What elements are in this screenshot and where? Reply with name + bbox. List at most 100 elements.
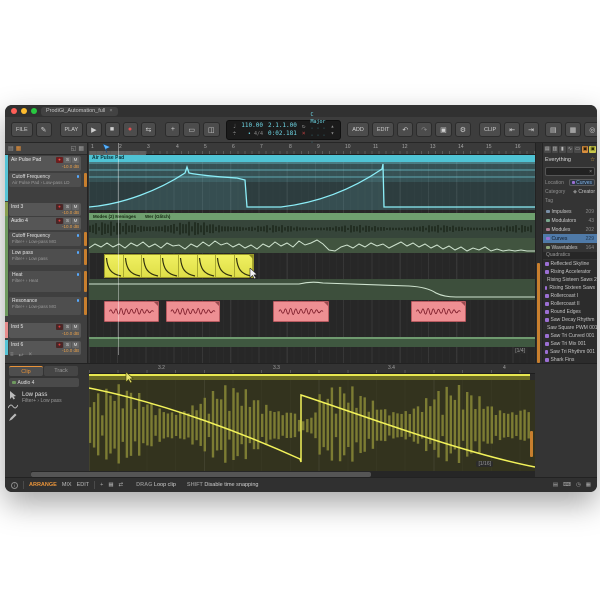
editor-body[interactable]: [1/16] — [89, 380, 535, 471]
editor-zoom-badge[interactable]: [1/16] — [476, 461, 493, 467]
mode-mix[interactable]: MIX — [62, 482, 72, 488]
track-name[interactable]: Inst 5 — [11, 324, 56, 331]
list-item[interactable]: Saw Tri Mix 001 — [543, 340, 597, 348]
project-tab[interactable]: ProdiGi_Automation_full × — [41, 107, 118, 116]
low-pass-automation-curve[interactable] — [89, 380, 535, 471]
info-icon[interactable]: i — [11, 482, 18, 489]
automation-lane-header-resonance[interactable]: Resonance Filter+ › Low-pass MG — [9, 297, 81, 315]
category-modulators[interactable]: Modulators 43 — [543, 216, 597, 225]
tab-track[interactable]: Track — [44, 366, 78, 376]
browser-presets-icon[interactable]: ▣ — [589, 146, 596, 153]
keyboard-icon[interactable]: ⌨ — [563, 482, 571, 488]
layout-icon[interactable]: ▤ — [553, 482, 558, 488]
pencil-tool-icon[interactable]: ✎ — [36, 122, 52, 137]
lane-value-slider[interactable] — [84, 271, 87, 292]
track-level[interactable]: -10.0 dB — [56, 331, 79, 338]
play-time[interactable]: 0:02.181 — [268, 130, 297, 138]
pink-automation-clip[interactable] — [104, 301, 159, 322]
track-name[interactable]: Audio 4 — [11, 218, 56, 224]
browser-list-icon[interactable]: ▤ — [544, 146, 551, 153]
list-item[interactable]: Rising Sixteen Saws 2 — [543, 276, 597, 284]
vscroll-thumb[interactable] — [537, 263, 540, 363]
list-item[interactable]: Round Edges — [543, 308, 597, 316]
record-icon[interactable]: ● — [123, 122, 138, 137]
automation-lane-header-heat[interactable]: Heat Filter+ › Heat — [9, 271, 81, 292]
tempo-value[interactable]: 110.00 — [241, 122, 263, 130]
filter-tag[interactable]: Tag — [545, 196, 595, 205]
creator-filter[interactable]: Creator — [578, 189, 595, 195]
clip-label[interactable]: Wer (Glitch) — [145, 213, 170, 220]
location-chip[interactable]: Curves — [569, 179, 595, 186]
list-item[interactable]: Saw Tri Rhythm 001 — [543, 348, 597, 356]
browser-column-icon[interactable]: ▮ — [559, 146, 566, 153]
automation-active-dot[interactable] — [77, 175, 80, 178]
panel-bottom-toggle-icon[interactable]: ▭ — [183, 122, 200, 137]
cutoff-automation-region[interactable] — [89, 162, 535, 210]
spinner-up-icon[interactable]: ▴ — [331, 123, 335, 130]
tab-clip[interactable]: Clip — [9, 366, 43, 376]
browser-samples-icon[interactable]: ▣ — [582, 146, 589, 153]
play-icon[interactable]: ▶ — [86, 122, 101, 137]
punch-icon[interactable]: × — [302, 130, 306, 137]
track-name[interactable]: Air Pulse Pad — [11, 157, 56, 164]
pencil-tool-icon[interactable] — [9, 413, 17, 421]
stop-icon[interactable]: ■ — [105, 122, 120, 137]
pointer-tool-icon[interactable] — [9, 391, 17, 400]
mute-button[interactable]: M — [72, 157, 79, 163]
copy-icon[interactable]: ▣ — [435, 122, 452, 137]
automation-active-dot[interactable] — [77, 299, 80, 302]
undo-icon[interactable]: ↶ — [397, 122, 413, 137]
track-name[interactable]: Inst 3 — [11, 204, 56, 210]
editor-value-slider[interactable] — [530, 431, 533, 457]
track-level[interactable]: -10.0 dB — [56, 164, 79, 171]
spinner-down-icon[interactable]: ▾ — [331, 130, 335, 137]
lane-value-slider[interactable] — [84, 297, 87, 315]
audio-waveform-region[interactable] — [89, 220, 535, 238]
track-level[interactable]: -10.0 dB — [56, 224, 79, 230]
swap-icon[interactable]: ⇄ — [119, 482, 124, 488]
pink-automation-clip[interactable] — [411, 301, 466, 322]
settings-gear-icon[interactable]: ⚙ — [455, 122, 471, 137]
list-item[interactable]: Rising Accelerator — [543, 268, 597, 276]
browser-panel-icon[interactable]: ▭ — [574, 146, 581, 153]
grid-view-icon[interactable]: ▦ — [78, 145, 84, 152]
editor-ruler[interactable]: 3.2 3.3 3.4 4 — [89, 364, 535, 374]
grid-icon[interactable]: ▦ — [586, 482, 591, 488]
heat-automation-lane[interactable] — [89, 279, 535, 300]
track-list-icon[interactable]: ▤ — [8, 145, 14, 152]
file-button[interactable]: FILE — [11, 122, 33, 137]
expand-tracks-icon[interactable]: ◱ — [71, 145, 77, 152]
arranger-timeline[interactable]: 1 2 3 4 5 6 7 8 9 10 11 12 13 14 15 16 — [89, 143, 535, 363]
track-header-inst-5[interactable]: Inst 5 ● S M -10.0 dB — [9, 323, 81, 338]
mode-edit[interactable]: EDIT — [77, 482, 90, 488]
cutoff-mg-automation-lane[interactable] — [89, 238, 535, 253]
solo-button[interactable]: S — [64, 324, 71, 330]
tab-close-icon[interactable]: × — [109, 108, 112, 114]
export-icon[interactable]: ⇤ — [504, 122, 520, 137]
time-signature[interactable]: 4/4 — [254, 131, 263, 137]
list-item[interactable]: Saw Decay Rhythm — [543, 316, 597, 324]
loop-icon[interactable]: ↻ — [302, 123, 306, 130]
return-icon[interactable]: ↩ — [19, 352, 24, 359]
play-position[interactable]: 2.1.1.00 — [268, 122, 297, 130]
grid-snap-icon[interactable]: ▦ — [108, 482, 113, 488]
clip-launcher-button[interactable]: CLIP — [479, 122, 501, 137]
favorite-star-icon[interactable]: ☆ — [590, 157, 595, 163]
editor-target-button[interactable]: Audio 4 — [9, 378, 79, 387]
track-name[interactable]: Inst 6 — [11, 342, 56, 348]
playhead-flag[interactable] — [103, 144, 111, 154]
clear-search-icon[interactable]: × — [589, 169, 592, 175]
automation-active-dot[interactable] — [77, 234, 80, 237]
automation-lane-header-cutoff-2[interactable]: Cutoff Frequency Filter+ › Low-pass MG — [9, 232, 81, 246]
key-display[interactable]: C Major — [311, 112, 326, 126]
play-mode-button[interactable]: PLAY — [60, 122, 84, 137]
list-item[interactable]: Rising Sixteen Saws — [543, 284, 597, 292]
jagged-automation-curve[interactable] — [89, 238, 535, 253]
clock-icon[interactable]: ◷ — [576, 482, 581, 488]
panel-left-toggle-icon[interactable]: + — [165, 122, 180, 137]
track-level[interactable]: -10.0 dB — [56, 210, 79, 216]
help-icon[interactable]: ◎ — [584, 122, 597, 137]
category-impulses[interactable]: Impulses 209 — [543, 207, 597, 216]
mute-button[interactable]: M — [72, 324, 79, 330]
automation-active-dot[interactable] — [77, 273, 80, 276]
